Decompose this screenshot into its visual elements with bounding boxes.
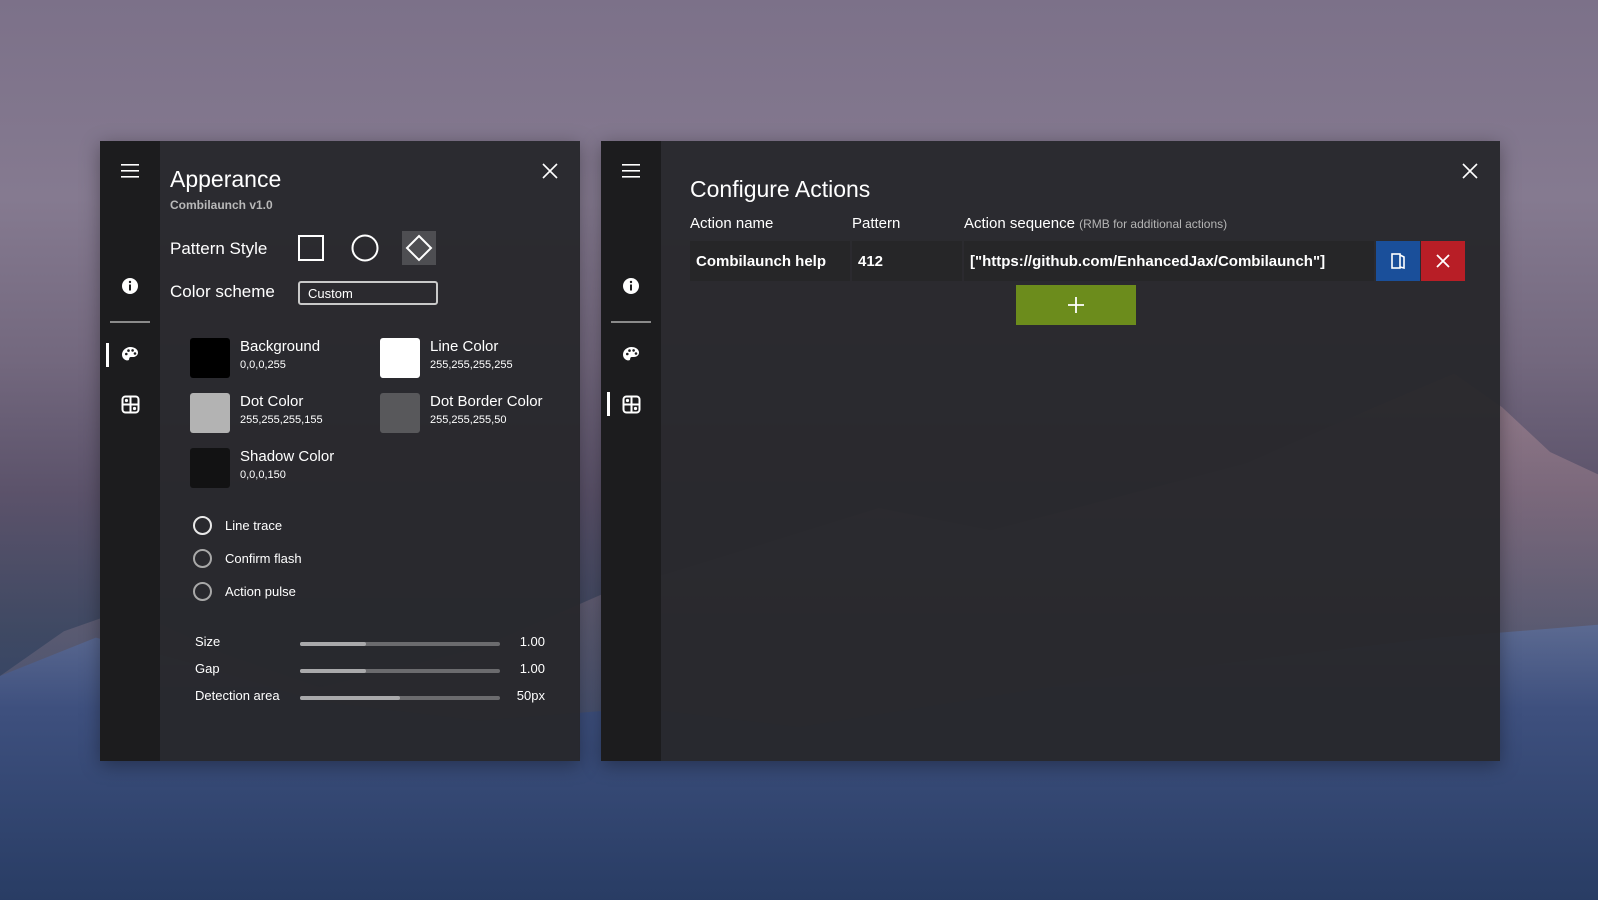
slider-label: Detection area bbox=[195, 688, 280, 703]
appearance-sidebar bbox=[100, 141, 160, 761]
color-value: 255,255,255,255 bbox=[430, 359, 513, 371]
color-name: Shadow Color bbox=[240, 448, 335, 465]
info-icon bbox=[122, 278, 138, 294]
add-action-button[interactable] bbox=[1016, 285, 1136, 325]
column-header-action-name: Action name bbox=[690, 215, 774, 232]
color-name: Dot Border Color bbox=[430, 393, 543, 410]
square-shape-icon bbox=[298, 235, 324, 261]
action-sequence-cell[interactable]: ["https://github.com/EnhancedJax/Combila… bbox=[964, 241, 1374, 281]
color-scheme-label: Color scheme bbox=[170, 282, 275, 301]
plus-icon bbox=[1068, 297, 1084, 313]
menu-button[interactable] bbox=[100, 151, 160, 191]
color-name: Dot Color bbox=[240, 393, 304, 410]
color-value: 0,0,0,150 bbox=[240, 469, 286, 481]
line-trace-radio[interactable] bbox=[193, 516, 212, 535]
info-nav-button[interactable] bbox=[601, 266, 661, 306]
info-icon bbox=[623, 278, 639, 294]
color-value: 255,255,255,155 bbox=[240, 414, 323, 426]
color-name: Background bbox=[240, 338, 321, 355]
delete-x-icon bbox=[1436, 254, 1450, 268]
menu-button[interactable] bbox=[601, 151, 661, 191]
color-value: 255,255,255,50 bbox=[430, 414, 507, 426]
actions-grid-icon bbox=[121, 395, 139, 413]
dot-color-swatch[interactable] bbox=[190, 393, 230, 433]
radio-label: Line trace bbox=[225, 518, 283, 533]
appearance-nav-button[interactable] bbox=[601, 335, 661, 375]
appearance-nav-button[interactable] bbox=[100, 335, 160, 375]
actions-sidebar bbox=[601, 141, 661, 761]
diamond-shape-icon bbox=[405, 234, 433, 262]
confirm-flash-radio[interactable] bbox=[193, 549, 212, 568]
app-version: Combilaunch v1.0 bbox=[170, 198, 273, 212]
hamburger-menu-icon bbox=[622, 164, 640, 178]
slider-label: Size bbox=[195, 634, 221, 649]
slider-fill bbox=[300, 669, 366, 673]
close-icon bbox=[1462, 163, 1478, 179]
action-name-cell[interactable]: Combilaunch help bbox=[690, 241, 850, 281]
edit-action-button[interactable] bbox=[1376, 241, 1420, 281]
pattern-style-diamond[interactable] bbox=[402, 231, 436, 265]
column-header-action-sequence: Action sequence (RMB for additional acti… bbox=[964, 215, 1227, 232]
appearance-window: Apperance Combilaunch v1.0 Pattern Style… bbox=[100, 141, 580, 761]
color-scheme-select[interactable]: Custom bbox=[298, 281, 438, 305]
pattern-style-circle[interactable] bbox=[348, 231, 382, 265]
dot-border-color-swatch[interactable] bbox=[380, 393, 420, 433]
sidebar-divider bbox=[611, 321, 651, 323]
color-name: Line Color bbox=[430, 338, 499, 355]
hamburger-menu-icon bbox=[121, 164, 139, 178]
slider-value: 1.00 bbox=[519, 634, 545, 649]
line-color-swatch[interactable] bbox=[380, 338, 420, 378]
column-header-pattern: Pattern bbox=[852, 215, 901, 232]
slider-label: Gap bbox=[195, 661, 220, 676]
radio-label: Confirm flash bbox=[225, 551, 302, 566]
shadow-color-swatch[interactable] bbox=[190, 448, 230, 488]
slider-fill bbox=[300, 642, 366, 646]
palette-icon bbox=[622, 347, 639, 361]
actions-nav-button[interactable] bbox=[100, 384, 160, 424]
edit-icon bbox=[1391, 253, 1405, 269]
size-slider[interactable] bbox=[300, 642, 500, 646]
gap-slider[interactable] bbox=[300, 669, 500, 673]
color-value: 0,0,0,255 bbox=[240, 359, 286, 371]
actions-window: Configure Actions Action name Pattern Ac… bbox=[601, 141, 1500, 761]
detection-area-slider[interactable] bbox=[300, 696, 500, 700]
column-header-hint: (RMB for additional actions) bbox=[1079, 217, 1228, 231]
action-pulse-radio[interactable] bbox=[193, 582, 212, 601]
slider-fill bbox=[300, 696, 400, 700]
slider-value: 50px bbox=[516, 688, 545, 703]
slider-value: 1.00 bbox=[519, 661, 545, 676]
circle-shape-icon bbox=[351, 234, 379, 262]
close-icon bbox=[542, 163, 558, 179]
pattern-cell[interactable]: 412 bbox=[852, 241, 962, 281]
column-header-label: Action sequence bbox=[964, 215, 1075, 232]
pattern-style-square[interactable] bbox=[294, 231, 328, 265]
radio-label: Action pulse bbox=[225, 584, 296, 599]
page-title: Configure Actions bbox=[690, 176, 871, 202]
background-color-swatch[interactable] bbox=[190, 338, 230, 378]
page-title: Apperance bbox=[170, 166, 282, 192]
palette-icon bbox=[121, 347, 138, 361]
actions-grid-icon bbox=[622, 395, 640, 413]
appearance-close-button[interactable] bbox=[535, 156, 565, 186]
actions-nav-button[interactable] bbox=[601, 384, 661, 424]
actions-close-button[interactable] bbox=[1455, 156, 1485, 186]
pattern-style-label: Pattern Style bbox=[170, 239, 268, 258]
delete-action-button[interactable] bbox=[1421, 241, 1465, 281]
info-nav-button[interactable] bbox=[100, 266, 160, 306]
sidebar-divider bbox=[110, 321, 150, 323]
